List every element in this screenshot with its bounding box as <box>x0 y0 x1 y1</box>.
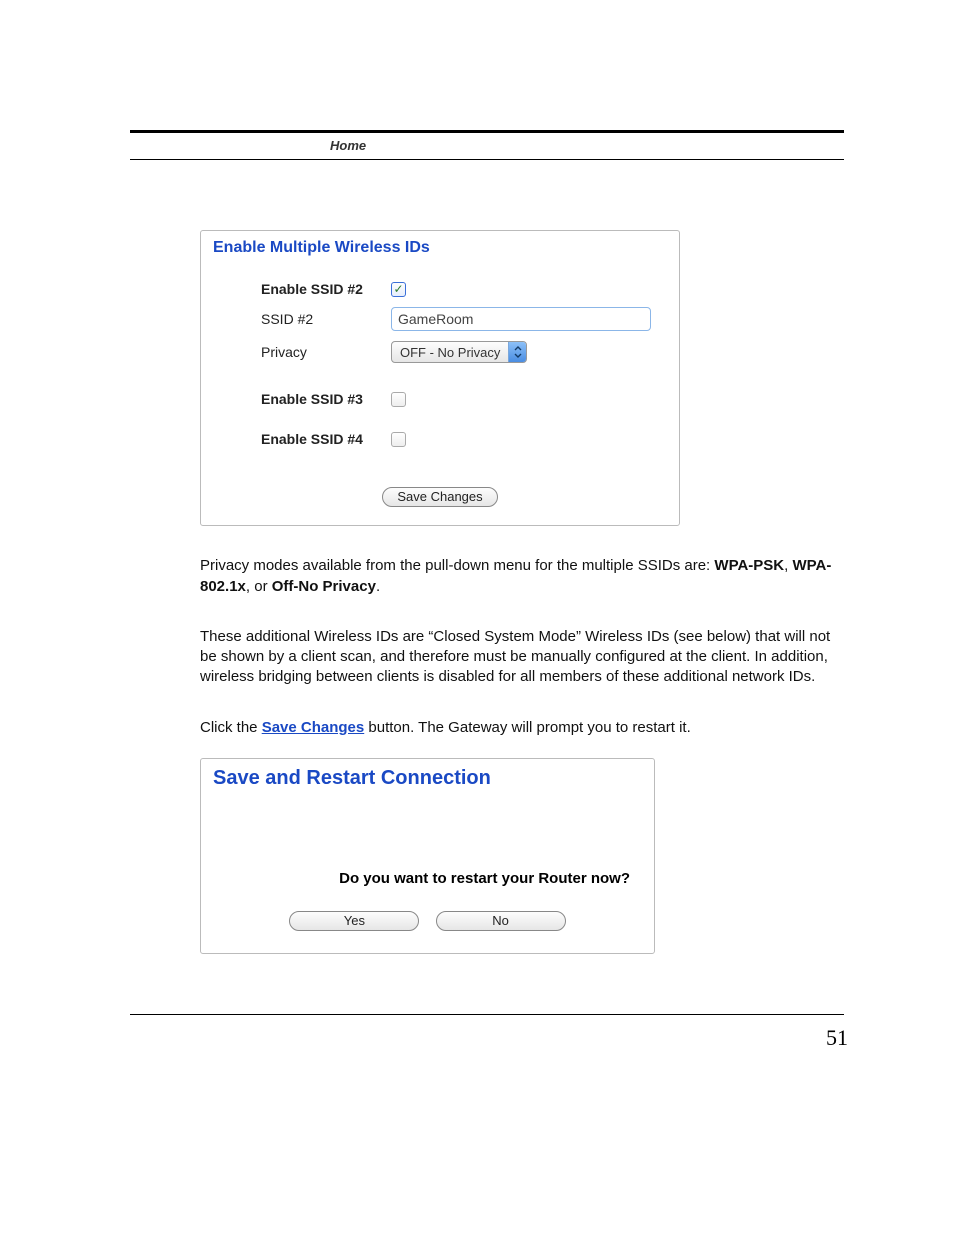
panel-title: Enable Multiple Wireless IDs <box>213 239 669 257</box>
updown-icon <box>508 342 526 362</box>
enable-ssid4-label: Enable SSID #4 <box>261 431 391 447</box>
privacy-select-value: OFF - No Privacy <box>392 343 508 362</box>
enable-ssid4-checkbox[interactable]: ✓ <box>391 432 406 447</box>
yes-button[interactable]: Yes <box>289 911 419 931</box>
privacy-label: Privacy <box>261 344 391 360</box>
enable-ssid3-checkbox[interactable]: ✓ <box>391 392 406 407</box>
click-save-paragraph: Click the Save Changes button. The Gatew… <box>200 718 840 738</box>
save-restart-panel: Save and Restart Connection Do you want … <box>200 758 655 954</box>
enable-ssid3-label: Enable SSID #3 <box>261 391 391 407</box>
save-changes-button[interactable]: Save Changes <box>382 487 497 507</box>
save-changes-link[interactable]: Save Changes <box>262 719 365 736</box>
ssid2-input[interactable] <box>391 307 651 331</box>
enable-ssid2-checkbox[interactable]: ✓ <box>391 282 406 297</box>
enable-wireless-ids-panel: Enable Multiple Wireless IDs Enable SSID… <box>200 230 680 526</box>
privacy-select[interactable]: OFF - No Privacy <box>391 341 527 363</box>
page-number: 51 <box>130 1025 848 1051</box>
panel2-title: Save and Restart Connection <box>213 767 644 790</box>
closed-system-paragraph: These additional Wireless IDs are “Close… <box>200 627 840 688</box>
enable-ssid2-label: Enable SSID #2 <box>261 281 391 297</box>
privacy-modes-paragraph: Privacy modes available from the pull-do… <box>200 556 840 597</box>
no-button[interactable]: No <box>436 911 566 931</box>
restart-prompt: Do you want to restart your Router now? <box>211 870 630 887</box>
ssid2-label: SSID #2 <box>261 311 391 327</box>
page-header: Home <box>130 133 844 159</box>
